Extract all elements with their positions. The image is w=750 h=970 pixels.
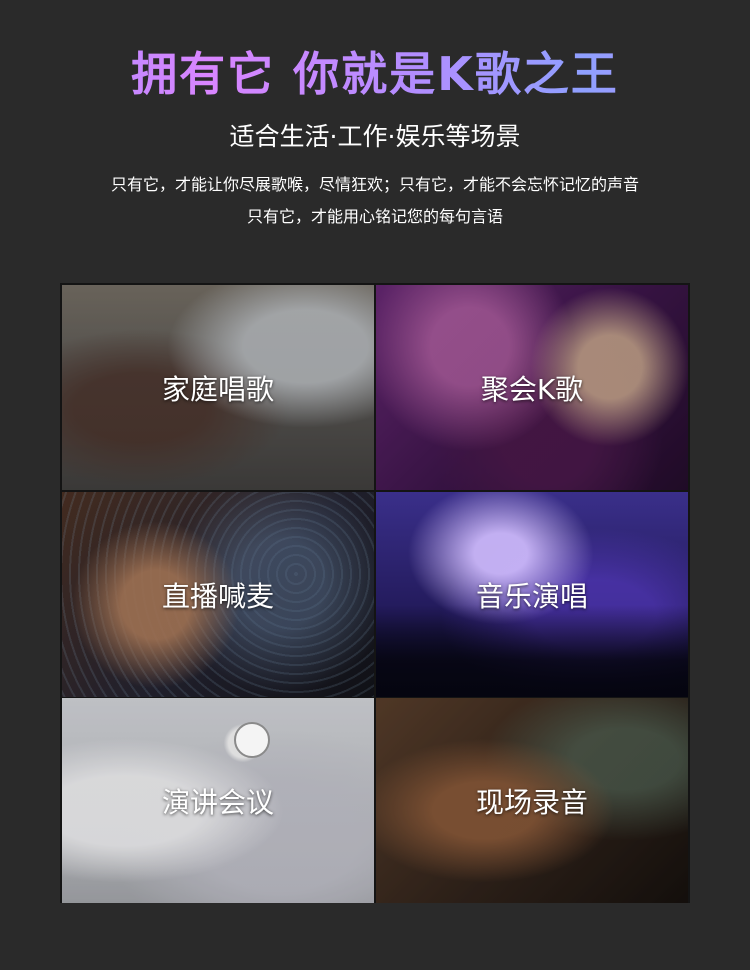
- headline: 拥有它 你就是K歌之王: [0, 42, 750, 106]
- scene-label: 聚会K歌: [480, 372, 584, 406]
- subtitle: 适合生活·工作·娱乐等场景: [229, 122, 521, 151]
- scene-label: 家庭唱歌: [161, 372, 274, 406]
- scene-tile-home-singing: 家庭唱歌: [62, 285, 374, 490]
- description-line-1: 只有它，才能让你尽展歌喉，尽情狂欢；只有它，才能不会忘怀记忆的声音: [110, 175, 639, 194]
- scene-tile-speech-meeting: 演讲会议: [62, 698, 374, 903]
- scene-tile-party-karaoke: 聚会K歌: [376, 285, 688, 490]
- scene-label: 演讲会议: [161, 785, 274, 819]
- scene-label: 直播喊麦: [161, 579, 274, 613]
- scene-tile-live-streaming: 直播喊麦: [62, 492, 374, 697]
- scene-label: 音乐演唱: [475, 579, 588, 613]
- description-line-2: 只有它，才能用心铭记您的每句言语: [246, 207, 503, 226]
- scene-label: 现场录音: [475, 785, 588, 819]
- scene-tile-live-recording: 现场录音: [376, 698, 688, 903]
- scene-tile-music-concert: 音乐演唱: [376, 492, 688, 697]
- scene-grid: 家庭唱歌 聚会K歌 直播喊麦 音乐演唱 演讲会议 现场录音: [60, 283, 690, 903]
